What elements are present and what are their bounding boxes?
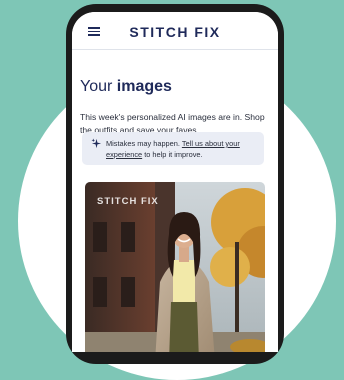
outfit-photo — [85, 182, 265, 352]
sparkle-icon — [91, 138, 102, 149]
notice-text-after: to help it improve. — [144, 149, 203, 159]
page-title-emphasis: images — [116, 78, 172, 95]
notice-text-before: Mistakes may happen. — [106, 139, 180, 148]
ai-notice-banner: Mistakes may happen. Tell us about your … — [82, 132, 264, 165]
image-watermark: STITCH FIX — [97, 196, 159, 207]
ai-outfit-image[interactable]: STITCH FIX — [85, 182, 265, 352]
page-title: Your images — [80, 78, 172, 96]
phone-screen: STITCH FIX Your images This week's perso… — [72, 12, 278, 352]
notice-text: Mistakes may happen. Tell us about your … — [106, 139, 261, 160]
app-header: STITCH FIX — [72, 12, 278, 50]
brand-logo[interactable]: STITCH FIX — [72, 24, 278, 40]
page-title-prefix: Your — [80, 78, 113, 95]
